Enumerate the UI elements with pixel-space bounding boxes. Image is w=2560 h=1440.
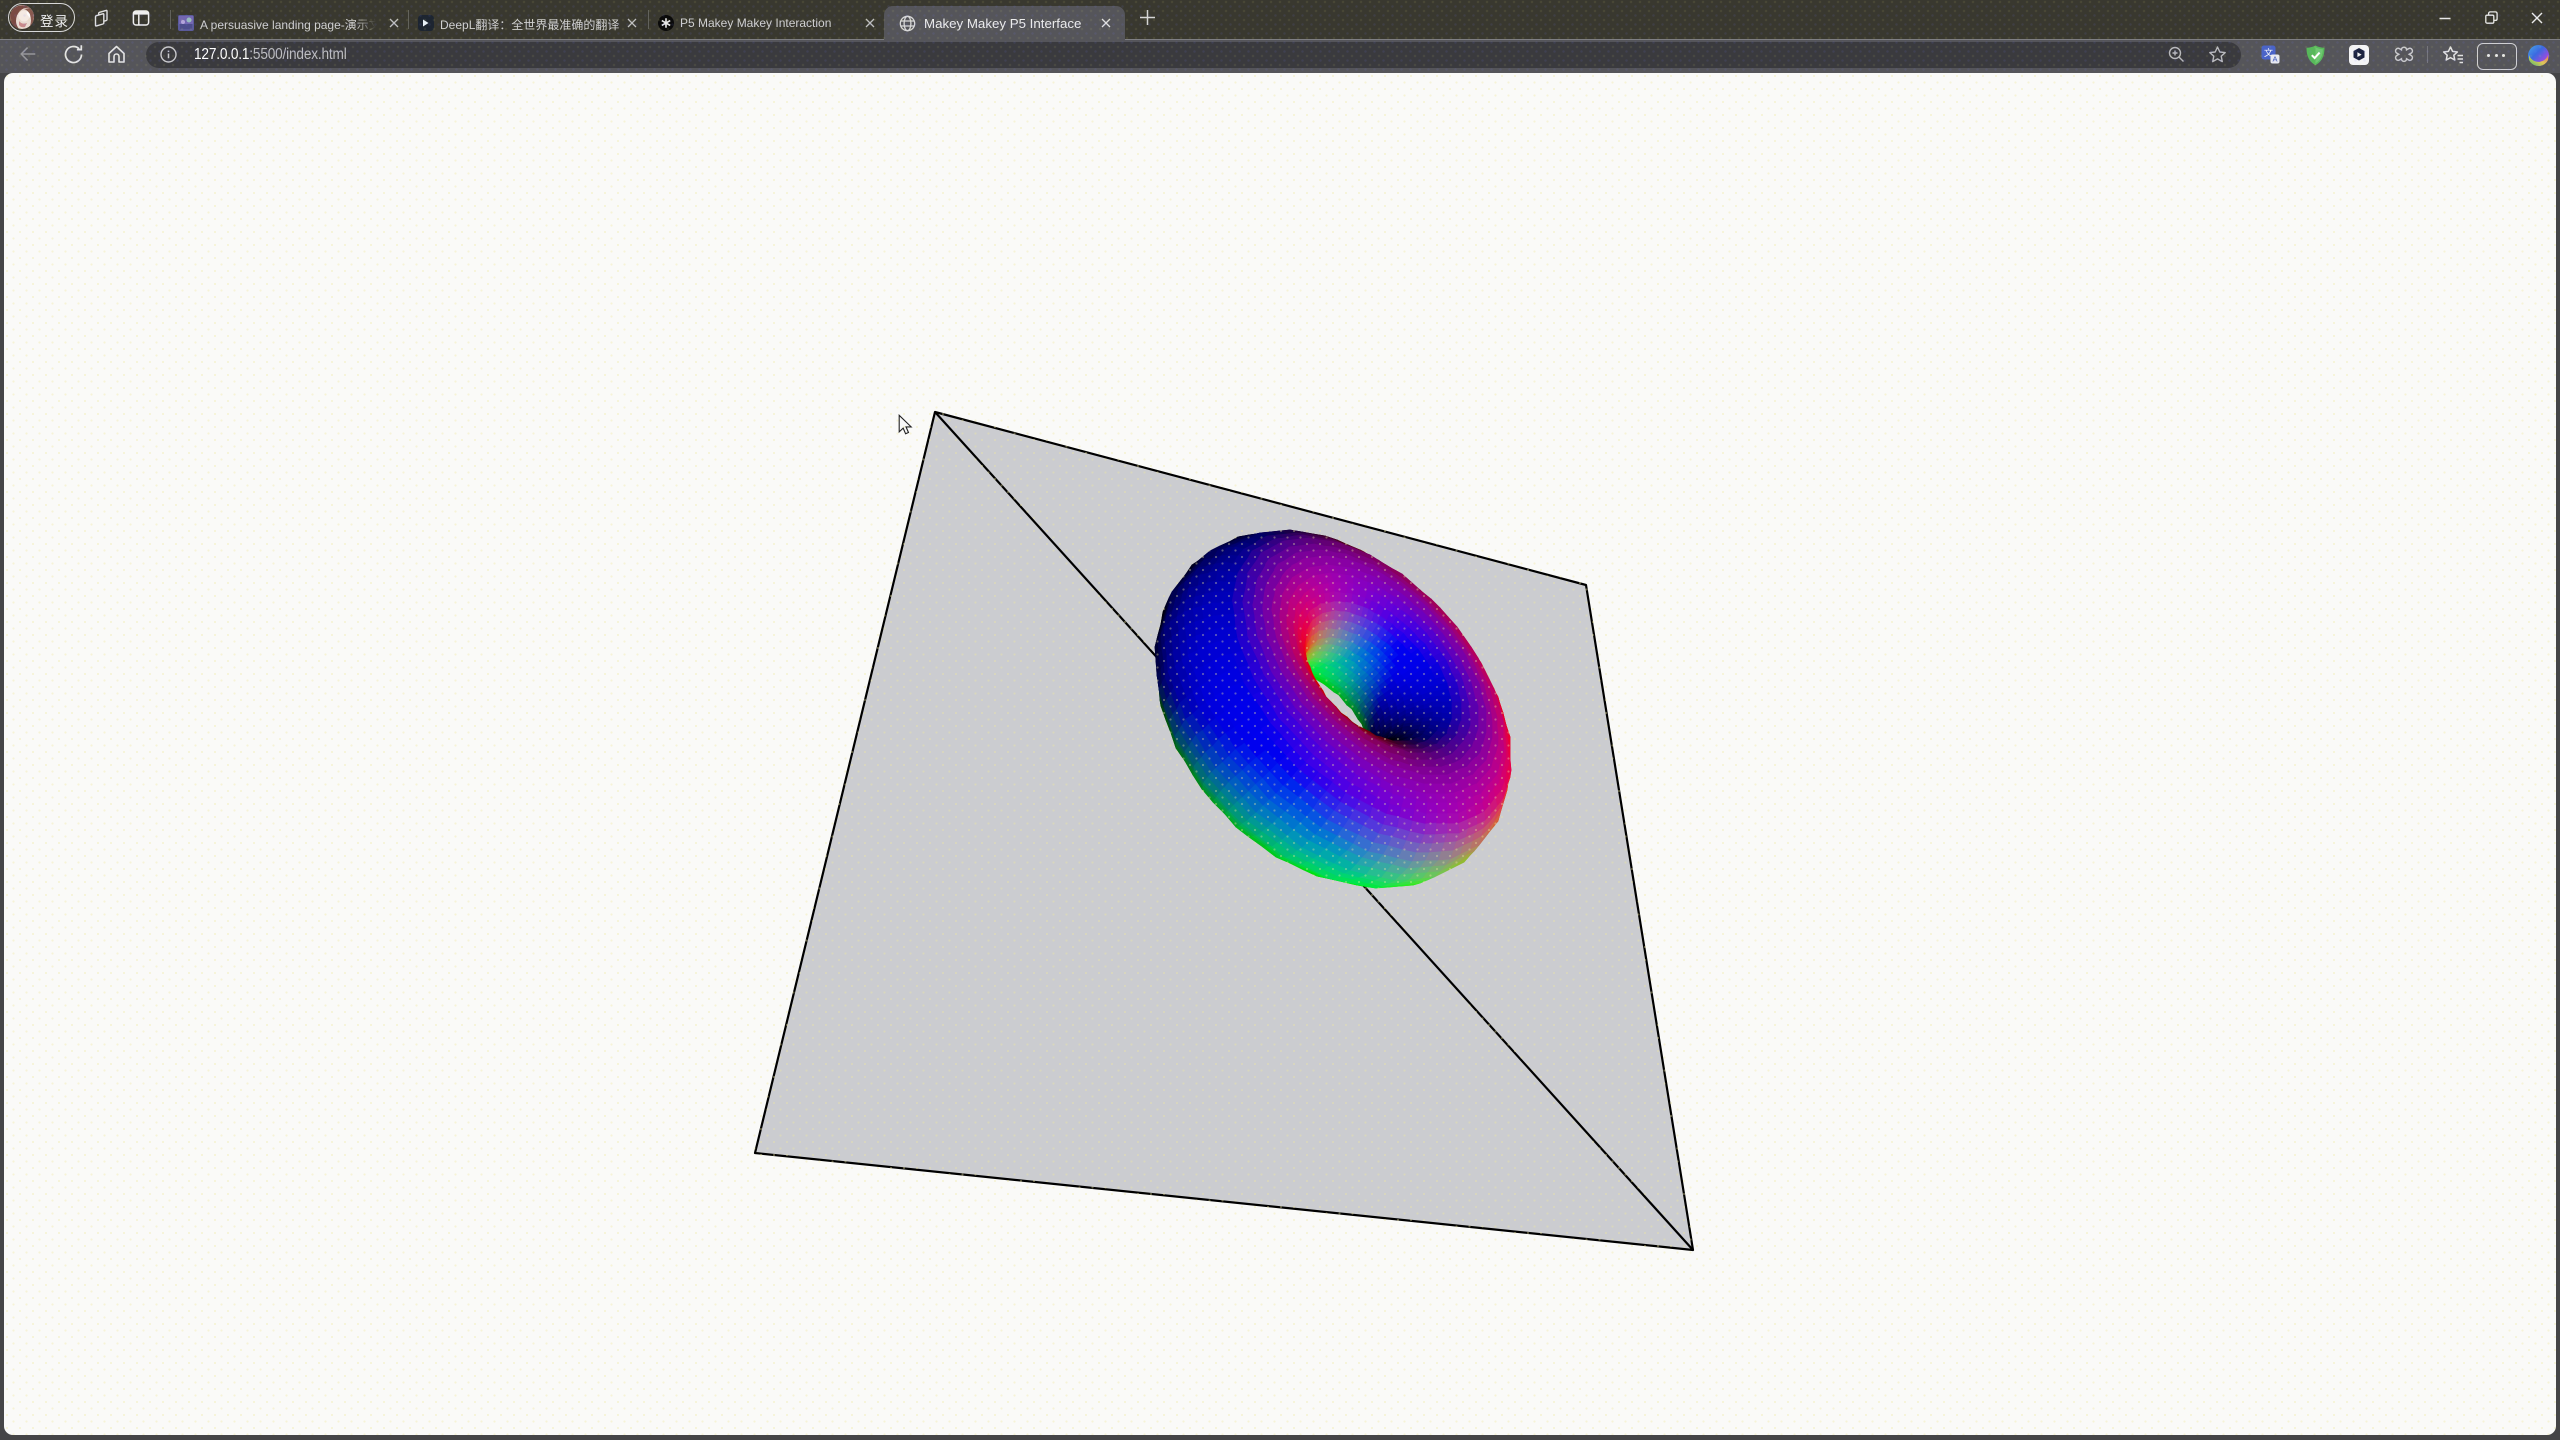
svg-text:A: A — [2272, 55, 2277, 64]
